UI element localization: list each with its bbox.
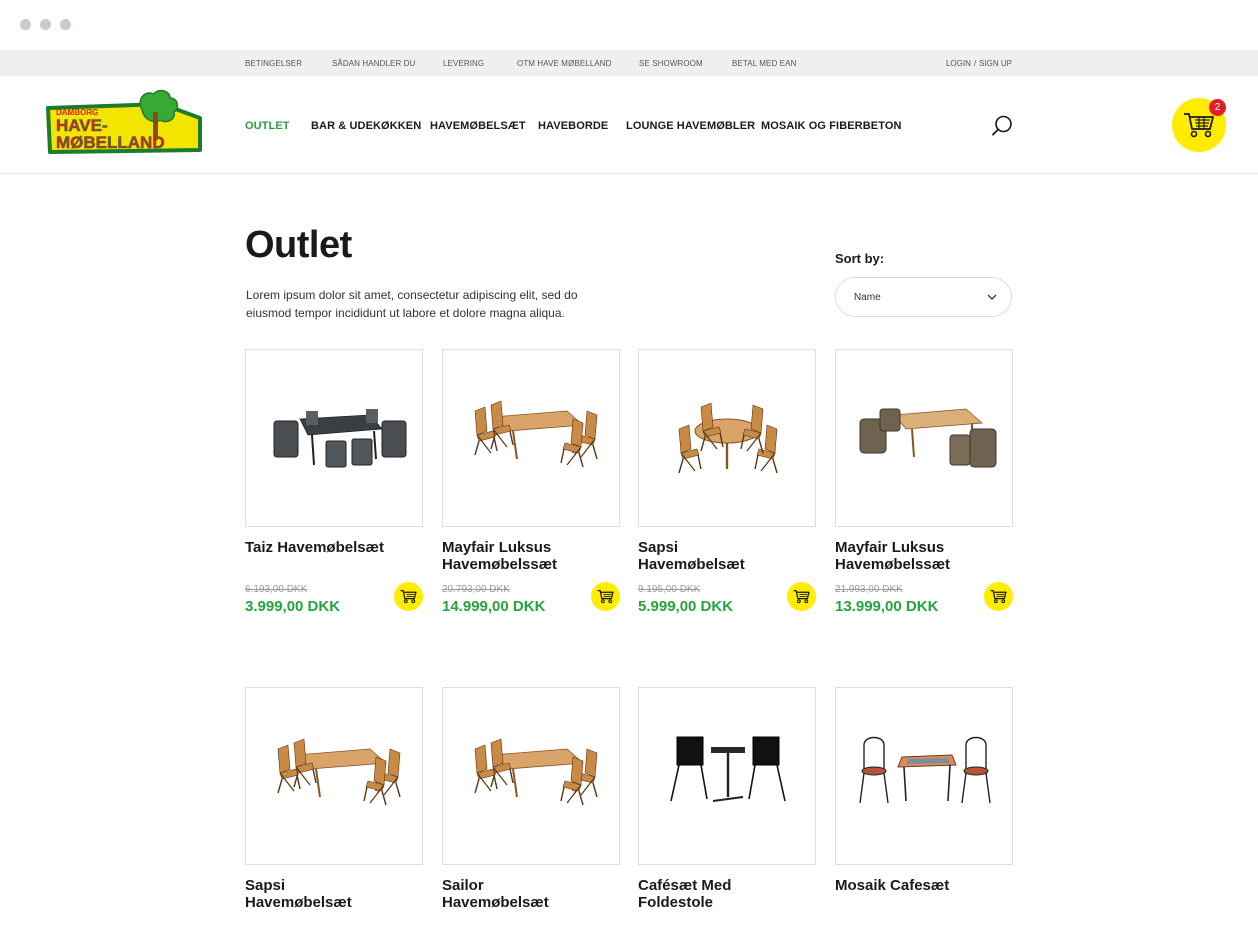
add-to-cart-button[interactable] [984,582,1013,611]
top-link-showroom[interactable]: SE SHOWROOM [639,59,703,68]
product-name[interactable]: Sapsi Havemøbelsæt [245,877,395,911]
window-dot-icon [40,19,51,30]
furniture-set-image [670,736,786,802]
cart-icon [990,590,1007,604]
search-icon [992,115,1012,136]
product-image[interactable] [245,349,423,527]
add-to-cart-button[interactable] [394,582,423,611]
cart-icon [793,590,810,604]
furniture-set-image [859,408,997,468]
furniture-set-image [277,738,401,806]
product-name[interactable]: Mayfair Luksus Havemøbelssæt [442,539,592,573]
top-link-saadan-handler-du[interactable]: SÅDAN HANDLER DU [332,59,415,68]
furniture-set-image [474,400,598,468]
product-image[interactable] [245,687,423,865]
furniture-set-image [678,402,778,474]
signup-link[interactable]: SIGN UP [979,59,1012,68]
top-link-betingelser[interactable]: BETINGELSER [245,59,302,68]
nav-lounge-havemobler[interactable]: LOUNGE HAVEMØBLER [626,120,755,132]
main-header: DAMBORG HAVE- MØBELLAND OUTLET BAR & UDE… [0,76,1258,174]
logo-image: DAMBORG HAVE- MØBELLAND [46,89,202,154]
product-price: 13.999,00 DKK [835,598,939,615]
product-image[interactable] [638,687,816,865]
product-old-price: 6.193,00 DKK [245,584,308,595]
window-dot-icon [60,19,71,30]
page-intro: Lorem ipsum dolor sit amet, consectetur … [246,288,578,320]
search-button[interactable] [990,114,1014,138]
cart-icon [597,590,614,604]
cart-icon [400,590,417,604]
utility-bar: BETINGELSER SÅDAN HANDLER DU LEVERING OT… [0,50,1258,76]
auth-links: LOGIN / SIGN UP [946,59,1012,68]
product-image[interactable] [638,349,816,527]
page-title: Outlet [245,224,352,266]
furniture-set-image [859,736,991,804]
logo-line2: MØBELLAND [56,133,165,152]
product-image[interactable] [835,687,1013,865]
product-price: 5.999,00 DKK [638,598,734,615]
product-name[interactable]: Cafésæt Med Foldestole [638,877,788,911]
sort-select[interactable]: Name [835,277,1012,317]
nav-haveborde[interactable]: HAVEBORDE [538,120,608,132]
add-to-cart-button[interactable] [787,582,816,611]
sort-selected-value: Name [854,292,881,303]
nav-havemobelsaet[interactable]: HAVEMØBELSÆT [430,120,526,132]
top-link-otm[interactable]: OTM HAVE MØBELLAND [517,59,612,68]
nav-outlet[interactable]: OUTLET [245,120,290,132]
product-image[interactable] [442,349,620,527]
add-to-cart-button[interactable] [591,582,620,611]
cart-count-badge: 2 [1209,99,1226,116]
product-image[interactable] [442,687,620,865]
cart-icon [1184,113,1214,138]
top-link-betal-med-ean[interactable]: BETAL MED EAN [732,59,796,68]
window-dot-icon [20,19,31,30]
site-logo[interactable]: DAMBORG HAVE- MØBELLAND [44,88,202,156]
nav-mosaik-fiberbeton[interactable]: MOSAIK OG FIBERBETON [761,120,902,132]
product-name[interactable]: Mosaik Cafesæt [835,877,985,894]
furniture-set-image [474,738,598,806]
product-name[interactable]: Mayfair Luksus Havemøbelssæt [835,539,985,573]
chevron-down-icon [987,294,997,300]
product-price: 3.999,00 DKK [245,598,341,615]
furniture-set-image [273,409,407,468]
window-titlebar [0,0,1258,50]
auth-separator: / [973,59,977,68]
nav-bar-udekokken[interactable]: BAR & UDEKØKKEN [311,120,421,132]
product-old-price: 20.793,00 DKK [442,584,510,595]
product-name[interactable]: Sailor Havemøbelsæt [442,877,592,911]
top-link-levering[interactable]: LEVERING [443,59,484,68]
product-image[interactable] [835,349,1013,527]
product-price: 14.999,00 DKK [442,598,546,615]
product-old-price: 9.195,00 DKK [638,584,701,595]
product-name[interactable]: Taiz Havemøbelsæt [245,539,395,556]
sort-label: Sort by: [835,251,885,266]
product-name[interactable]: Sapsi Havemøbelsæt [638,539,788,573]
product-old-price: 21.993,00 DKK [835,584,903,595]
login-link[interactable]: LOGIN [946,59,971,68]
